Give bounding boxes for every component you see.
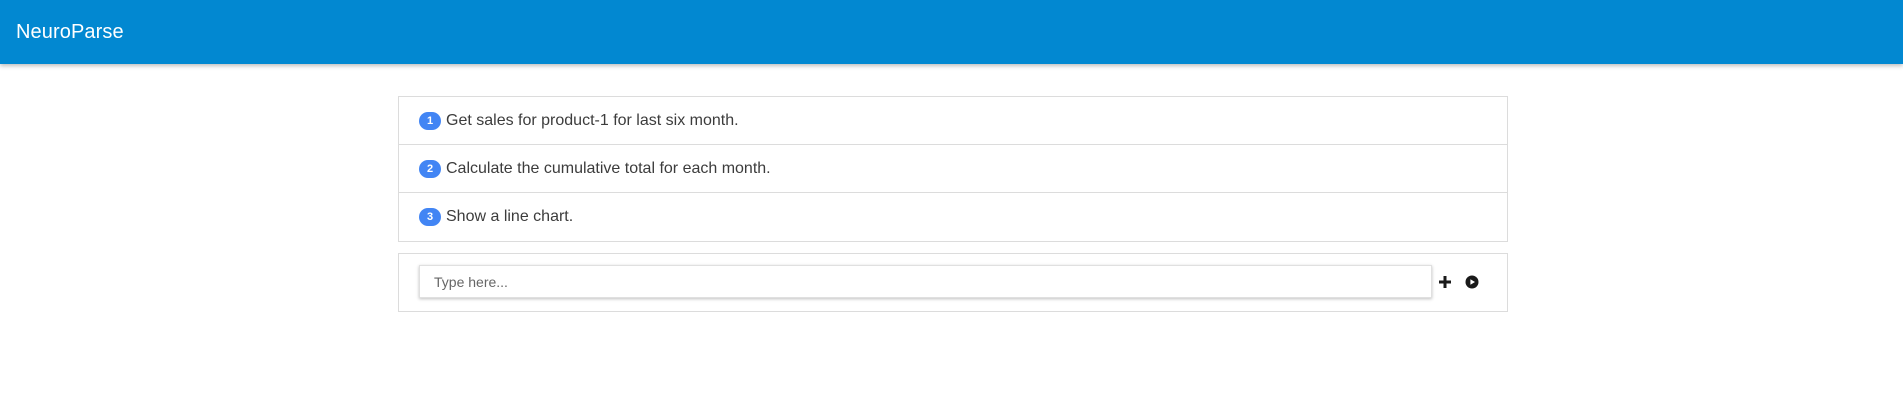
step-number-badge: 3	[419, 208, 441, 226]
step-number-badge: 2	[419, 159, 441, 178]
play-circle-icon	[1465, 275, 1479, 289]
step-text: Calculate the cumulative total for each …	[446, 159, 771, 177]
plus-icon	[1439, 276, 1451, 288]
app-title: NeuroParse	[16, 20, 124, 43]
steps-list: 1 Get sales for product-1 for last six m…	[398, 96, 1508, 242]
composer-panel	[398, 253, 1508, 312]
step-item[interactable]: 2 Calculate the cumulative total for eac…	[399, 145, 1507, 193]
run-button[interactable]	[1462, 272, 1482, 292]
step-input[interactable]	[420, 266, 1431, 297]
step-number-badge: 1	[419, 111, 441, 130]
step-input-box	[419, 265, 1432, 298]
step-item[interactable]: 3 Show a line chart.	[399, 193, 1507, 241]
add-step-button[interactable]	[1435, 272, 1455, 292]
app-bar: NeuroParse	[0, 0, 1903, 64]
step-item[interactable]: 1 Get sales for product-1 for last six m…	[399, 97, 1507, 145]
step-text: Get sales for product-1 for last six mon…	[446, 111, 739, 129]
step-text: Show a line chart.	[446, 208, 574, 225]
